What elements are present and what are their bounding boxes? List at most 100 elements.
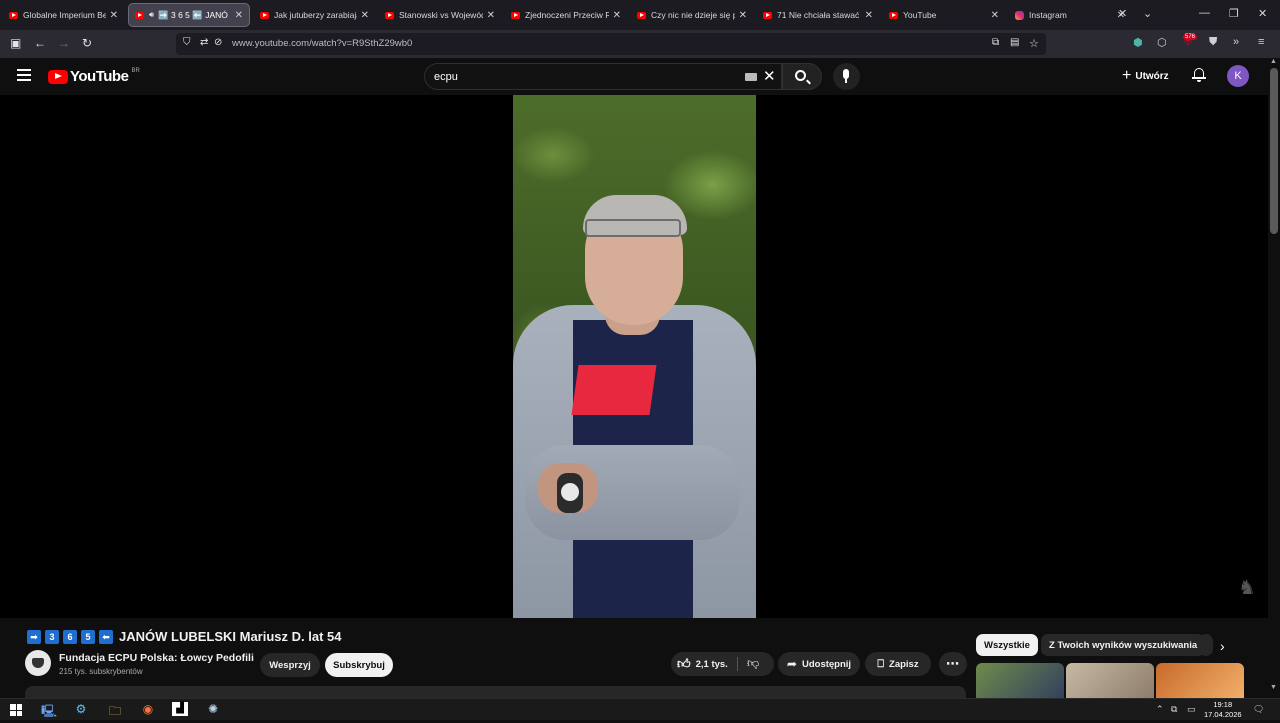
related-thumbnail[interactable] <box>1066 663 1154 698</box>
browser-tab[interactable]: Jak jutuberzy zarabiają n ✕ <box>254 3 375 27</box>
back-icon[interactable]: ← <box>34 36 46 50</box>
privacy-badger-icon[interactable]: ⛊ <box>1209 36 1217 49</box>
youtube-favicon-icon <box>260 11 269 19</box>
speaker-icon[interactable]: 🔊︎ <box>149 10 154 20</box>
youtube-favicon-icon <box>889 11 898 19</box>
browser-tab[interactable]: 71 Nie chciała stawać (M ✕ <box>757 3 879 27</box>
reader-view-icon[interactable]: ▤ <box>1010 37 1019 48</box>
close-tab-icon[interactable]: ✕ <box>361 10 369 21</box>
subscribe-button[interactable]: Subskrybuj <box>325 653 393 677</box>
save-button[interactable]: ⎕ Zapisz <box>865 652 931 676</box>
tray-chevron-icon[interactable]: ⌃ <box>1156 704 1164 715</box>
permissions-icon[interactable]: ⇄ <box>200 37 208 48</box>
extensions-icon[interactable]: ⬡ <box>1157 36 1167 49</box>
menu-icon[interactable] <box>17 69 31 81</box>
close-tab-icon[interactable]: ✕ <box>110 10 118 21</box>
chip-from-search[interactable]: Z Twoich wyników wyszukiwania <box>1041 634 1206 656</box>
app-menu-icon[interactable]: ≡ <box>1258 36 1264 48</box>
keyboard-icon[interactable] <box>745 73 757 81</box>
picture-in-picture-icon[interactable]: ⧉ <box>992 37 999 48</box>
browser-tab[interactable]: Instagram ✕ <box>1009 3 1131 27</box>
chevron-right-icon[interactable]: › <box>1220 638 1225 654</box>
restore-icon[interactable]: ❐ <box>1229 7 1239 20</box>
tab-title: Instagram <box>1029 10 1067 20</box>
thumbs-down-icon[interactable]: 👎︎ <box>747 656 759 671</box>
overflow-chevrons-icon[interactable]: » <box>1233 36 1239 48</box>
scrollbar-thumb[interactable] <box>1270 68 1278 234</box>
search-input[interactable]: ecpu ✕ <box>424 63 782 90</box>
avatar[interactable]: K <box>1227 65 1249 87</box>
related-thumbnail[interactable] <box>1156 663 1244 698</box>
channel-watermark-icon[interactable]: ♞ <box>1233 575 1261 603</box>
close-tab-icon[interactable]: ✕ <box>739 10 747 21</box>
app-icon[interactable]: ✺ <box>204 702 222 718</box>
page-scrollbar[interactable]: ▲ ▼ <box>1268 58 1280 698</box>
browser-tab[interactable]: Zjednoczeni Przeciw Ras ✕ <box>505 3 627 27</box>
minimize-icon[interactable]: — <box>1199 7 1210 19</box>
folder-icon[interactable]: 🗀︎ <box>106 702 124 718</box>
windows-start-icon[interactable] <box>10 704 22 716</box>
tracking-off-icon[interactable]: ⊘ <box>214 37 222 48</box>
thumbs-up-icon: 👍︎ <box>677 656 691 671</box>
notifications-center-icon[interactable]: 🗨︎ <box>1253 704 1264 715</box>
bookmark-star-icon[interactable]: ☆ <box>1029 37 1039 50</box>
close-icon[interactable]: ✕ <box>1118 7 1127 20</box>
voice-search-button[interactable] <box>833 63 860 90</box>
youtube-logo[interactable]: YouTube BR <box>48 68 140 85</box>
steam-icon[interactable]: ⚙︎ <box>72 702 90 718</box>
tab-title: YouTube <box>903 10 937 20</box>
keycap-icon: 5 <box>81 630 95 644</box>
chip-more[interactable] <box>1199 634 1213 656</box>
roblox-studio-icon[interactable]: ▟ <box>172 702 188 716</box>
firefox-icon[interactable]: ◉ <box>139 702 157 718</box>
chip-all[interactable]: Wszystkie <box>976 634 1038 656</box>
like-count: 2,1 tys. <box>695 658 728 670</box>
create-button[interactable]: + Utwórz <box>1116 65 1175 87</box>
browser-tab[interactable]: Czy nic nie dzieje się prz ✕ <box>631 3 753 27</box>
search-button[interactable] <box>782 63 822 90</box>
keycap-icon: 3 <box>45 630 59 644</box>
window-close-icon[interactable]: ✕ <box>1258 7 1267 20</box>
browser-tab[interactable]: Globalne Imperium Bezk ✕ <box>3 3 124 27</box>
video-frame[interactable] <box>513 95 756 618</box>
ublock-count-badge: 576 <box>1183 34 1198 40</box>
support-button[interactable]: Wesprzyj <box>260 653 320 677</box>
sidebar-icon[interactable]: ▣ <box>10 36 21 50</box>
youtube-favicon-icon <box>385 11 394 19</box>
youtube-favicon-icon <box>511 11 520 19</box>
related-thumbnail[interactable] <box>976 663 1064 698</box>
close-tab-icon[interactable]: ✕ <box>613 10 621 21</box>
forward-icon[interactable]: → <box>58 36 70 50</box>
browser-tab[interactable]: Stanowski vs Wojewódzk ✕ <box>379 3 501 27</box>
clear-search-icon[interactable]: ✕ <box>763 67 776 85</box>
extension-shield-icon[interactable]: ⬢ <box>1133 36 1143 49</box>
channel-name[interactable]: Fundacja ECPU Polska: Łowcy Pedofili <box>59 652 254 664</box>
description-box[interactable] <box>25 686 966 698</box>
browser-toolbar: ▣ ← → ↻ ⛉ ⇄ ⊘ www.youtube.com/watch?v=R9… <box>0 30 1280 58</box>
address-bar[interactable]: ⛉ ⇄ ⊘ www.youtube.com/watch?v=R9SthZ29wb… <box>176 33 1046 55</box>
close-tab-icon[interactable]: ✕ <box>991 10 999 21</box>
tab-title: Stanowski vs Wojewódzk <box>399 10 483 20</box>
scroll-up-icon[interactable]: ▲ <box>1270 58 1277 65</box>
reload-icon[interactable]: ↻ <box>82 36 92 50</box>
chevron-down-icon[interactable]: ⌄ <box>1143 7 1152 20</box>
video-title-text: JANÓW LUBELSKI Mariusz D. lat 54 <box>119 628 342 644</box>
browser-tab[interactable]: 🔊︎ ➡️ 3 6 5 ⬅️ JANÓ ✕ <box>128 3 250 27</box>
computer-icon[interactable]: 🖳︎ <box>40 702 58 718</box>
channel-avatar[interactable] <box>25 650 51 676</box>
network-icon[interactable]: ▭ <box>1187 704 1196 715</box>
system-clock[interactable]: 19:18 17.04.2026 <box>1204 700 1242 720</box>
browser-tab[interactable]: YouTube ✕ <box>883 3 1005 27</box>
shield-icon[interactable]: ⛉ <box>183 37 191 48</box>
close-tab-icon[interactable]: ✕ <box>487 10 495 21</box>
close-tab-icon[interactable]: ✕ <box>865 10 873 21</box>
tray-app-icon[interactable]: ⧉ <box>1171 704 1177 715</box>
youtube-favicon-icon <box>763 11 772 19</box>
scroll-down-icon[interactable]: ▼ <box>1270 684 1277 691</box>
like-button[interactable]: 👍︎ 2,1 tys. <box>677 652 728 676</box>
video-player[interactable]: ♞ <box>0 95 1268 618</box>
notifications-icon[interactable] <box>1192 68 1206 82</box>
share-button[interactable]: ➦ Udostępnij <box>778 652 860 676</box>
close-tab-icon[interactable]: ✕ <box>235 10 243 21</box>
more-actions-button[interactable]: ⋯ <box>939 652 967 676</box>
